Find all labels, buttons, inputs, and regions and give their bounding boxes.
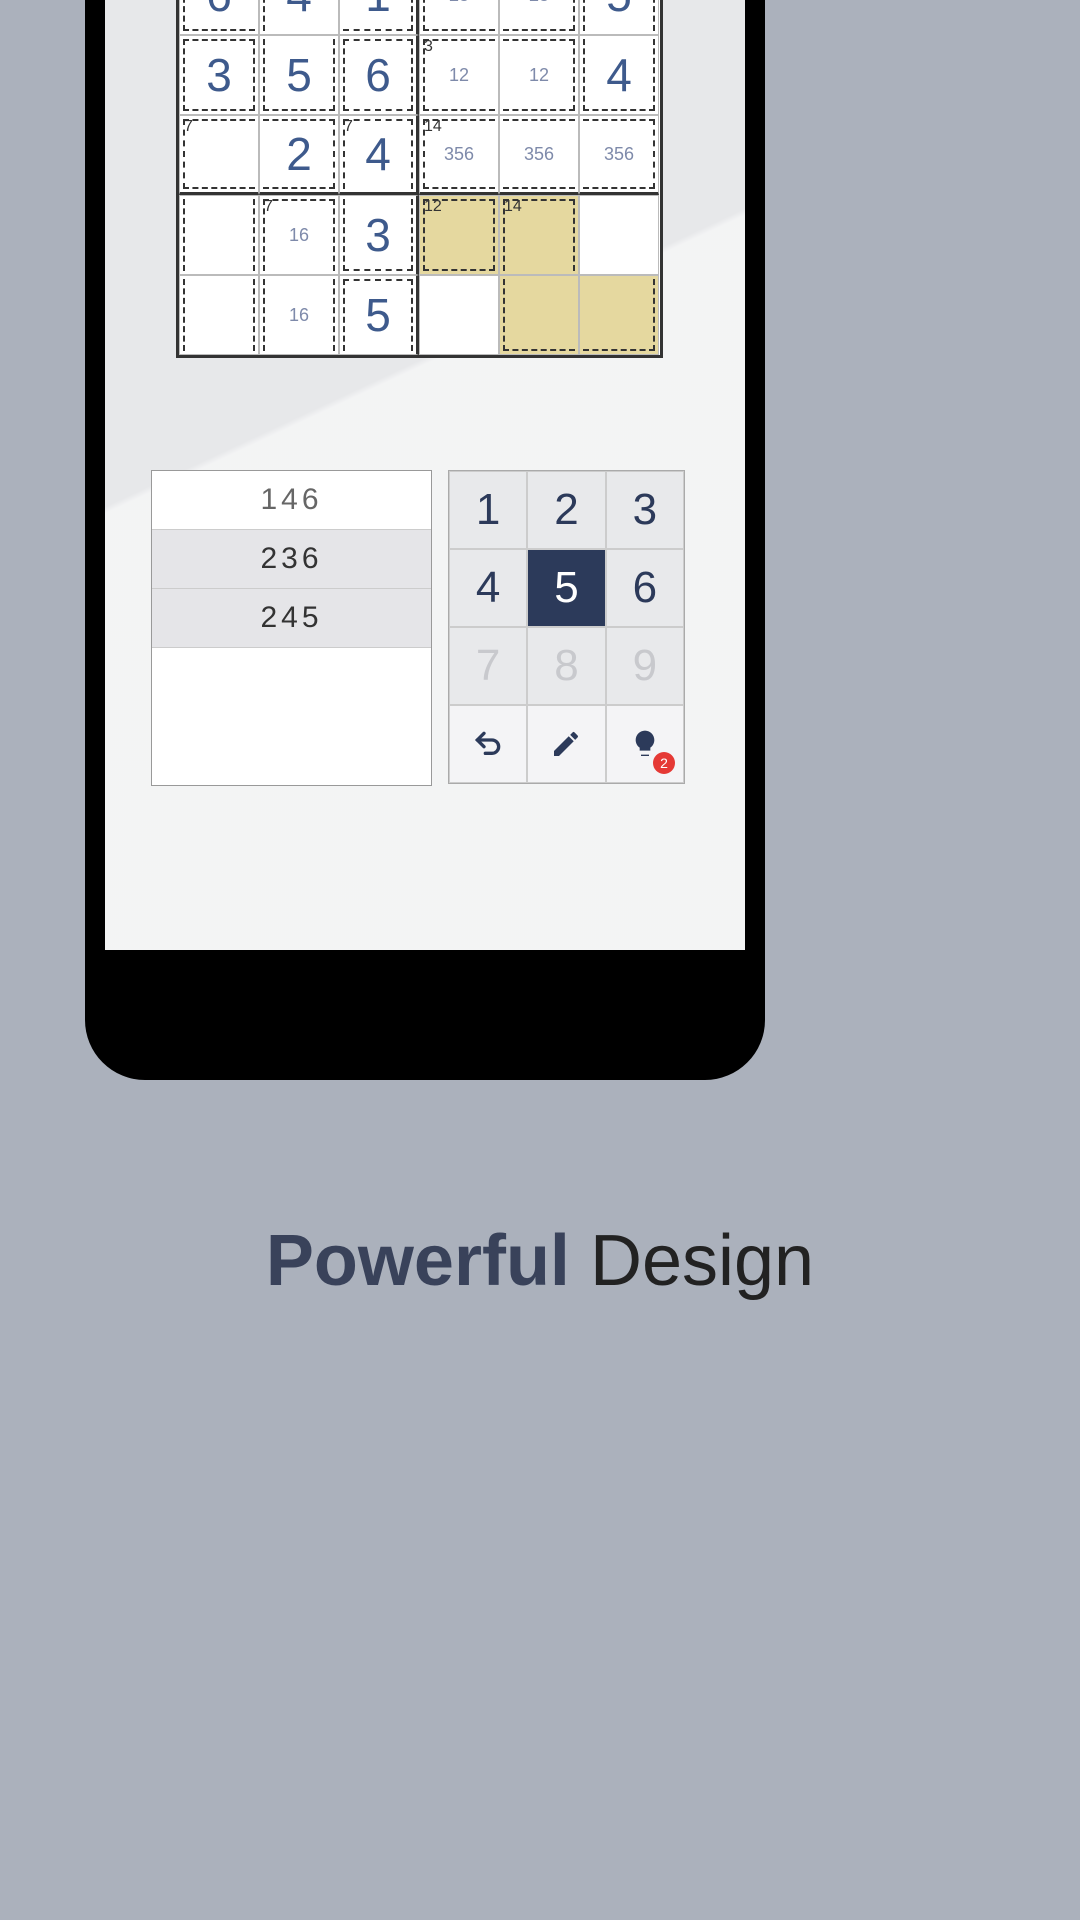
sudoku-cell[interactable]: 312 — [419, 35, 499, 115]
sudoku-cell[interactable]: 5 — [259, 35, 339, 115]
cell-value: 2 — [286, 127, 312, 181]
sudoku-cell[interactable]: 4 — [579, 35, 659, 115]
pencil-icon — [550, 728, 582, 760]
cell-value: 5 — [365, 288, 391, 342]
sudoku-cell[interactable] — [579, 275, 659, 355]
sudoku-cell[interactable] — [499, 275, 579, 355]
keypad-number-6[interactable]: 6 — [606, 549, 684, 627]
cell-value: 3 — [206, 48, 232, 102]
cell-note: 23 — [529, 0, 549, 6]
combination-item[interactable]: 146 — [152, 471, 431, 530]
keypad-number-2[interactable]: 2 — [527, 471, 605, 549]
cell-note: 356 — [604, 144, 634, 165]
sudoku-cell[interactable] — [419, 275, 499, 355]
sudoku-cell[interactable]: 3 — [179, 35, 259, 115]
combinations-panel: 146236245 — [151, 470, 432, 786]
sudoku-cell[interactable]: 5 — [339, 275, 419, 355]
combination-item[interactable]: 245 — [152, 589, 431, 648]
pencil-mode-button[interactable] — [527, 705, 605, 783]
cell-value: 5 — [286, 48, 312, 102]
sudoku-cell[interactable]: 23 — [499, 0, 579, 35]
cell-note: 356 — [444, 144, 474, 165]
cell-note: 12 — [449, 65, 469, 86]
sudoku-cell[interactable]: 14 — [499, 195, 579, 275]
keypad-number-8[interactable]: 8 — [527, 627, 605, 705]
undo-icon — [472, 728, 504, 760]
number-keypad: 1234567892 — [448, 470, 685, 784]
sudoku-cell[interactable]: 7 — [179, 115, 259, 195]
keypad-number-4[interactable]: 4 — [449, 549, 527, 627]
sudoku-cell[interactable] — [179, 195, 259, 275]
keypad-number-9[interactable]: 9 — [606, 627, 684, 705]
cell-note: 356 — [524, 144, 554, 165]
phone-frame: 5326419611412323953563121247274143563563… — [85, 0, 765, 1080]
cell-value: 6 — [206, 0, 232, 22]
sudoku-cell[interactable]: 716 — [259, 195, 339, 275]
hint-count-badge: 2 — [653, 752, 675, 774]
sudoku-cell[interactable]: 6 — [339, 35, 419, 115]
sudoku-board[interactable]: 5326419611412323953563121247274143563563… — [176, 0, 663, 358]
cell-value: 3 — [365, 208, 391, 262]
keypad-number-3[interactable]: 3 — [606, 471, 684, 549]
app-screen: 5326419611412323953563121247274143563563… — [105, 0, 745, 950]
tagline-word-1: Powerful — [266, 1221, 570, 1301]
sudoku-cell[interactable]: 1 — [339, 0, 419, 35]
cell-note: 12 — [529, 65, 549, 86]
cell-note: 16 — [289, 305, 309, 326]
sudoku-cell[interactable]: 356 — [499, 115, 579, 195]
undo-button[interactable] — [449, 705, 527, 783]
sudoku-cell[interactable]: 114 — [259, 0, 339, 35]
sudoku-cell[interactable]: 95 — [579, 0, 659, 35]
sudoku-cell[interactable]: 96 — [179, 0, 259, 35]
keypad-number-5[interactable]: 5 — [527, 549, 605, 627]
cell-value: 4 — [606, 48, 632, 102]
cell-note: 16 — [289, 225, 309, 246]
cell-value: 1 — [365, 0, 391, 22]
sudoku-cell[interactable]: 12 — [419, 195, 499, 275]
sudoku-cell[interactable]: 356 — [579, 115, 659, 195]
marketing-tagline: Powerful Design — [0, 1220, 1080, 1302]
cell-value: 4 — [365, 127, 391, 181]
combination-item[interactable]: 236 — [152, 530, 431, 589]
cell-value: 5 — [606, 0, 632, 22]
sudoku-cell[interactable]: 3 — [339, 195, 419, 275]
sudoku-cell[interactable]: 2 — [259, 115, 339, 195]
sudoku-cell[interactable]: 16 — [259, 275, 339, 355]
cell-note: 23 — [449, 0, 469, 6]
sudoku-cell[interactable] — [179, 275, 259, 355]
tagline-word-2: Design — [590, 1221, 814, 1301]
hint-button[interactable]: 2 — [606, 705, 684, 783]
keypad-number-1[interactable]: 1 — [449, 471, 527, 549]
keypad-number-7[interactable]: 7 — [449, 627, 527, 705]
cell-value: 4 — [286, 0, 312, 22]
sudoku-cell[interactable]: 74 — [339, 115, 419, 195]
sudoku-cell[interactable]: 14356 — [419, 115, 499, 195]
sudoku-cell[interactable]: 12 — [499, 35, 579, 115]
cell-value: 6 — [365, 48, 391, 102]
sudoku-cell[interactable]: 23 — [419, 0, 499, 35]
sudoku-cell[interactable] — [579, 195, 659, 275]
